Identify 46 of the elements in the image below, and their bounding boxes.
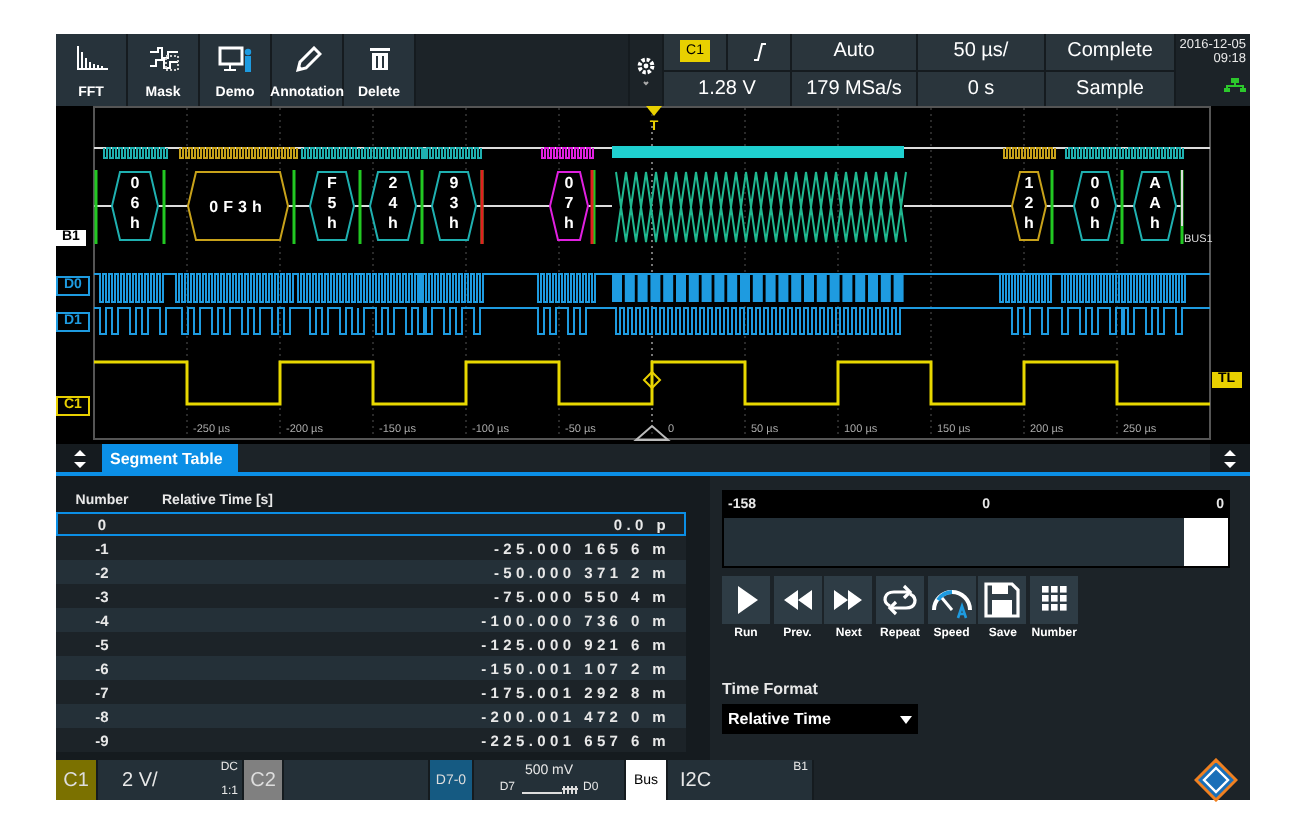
time-scale[interactable]: 50 µs/ <box>918 34 1044 69</box>
trigger-slope-button[interactable] <box>728 34 790 69</box>
trigger-mode[interactable]: Auto <box>792 34 916 69</box>
settings-icon[interactable] <box>636 54 656 86</box>
vertical-scale: 2 V/ <box>122 769 158 791</box>
up-down-icon <box>1222 447 1238 469</box>
field-label: Time Format <box>722 680 820 698</box>
protocol-label: I2C <box>680 769 712 791</box>
trash-icon <box>369 46 389 70</box>
sample-rate[interactable]: 179 MSa/s <box>792 71 916 106</box>
gauge-icon <box>927 576 976 624</box>
rising-edge-icon <box>751 41 767 62</box>
trigger-level[interactable]: 1.28 V <box>664 71 790 106</box>
bit-lines-icon <box>521 784 577 794</box>
grid-icon <box>1030 576 1079 624</box>
histogram-bar <box>1184 518 1228 566</box>
frame-value: 06h <box>130 174 140 232</box>
up-down-button[interactable] <box>1210 444 1250 472</box>
spectrum-icon <box>75 46 107 70</box>
up-down-icon <box>71 447 87 469</box>
frame-value: F5h <box>327 174 337 232</box>
frame-value: 00h <box>1090 174 1100 232</box>
presenter-icon <box>217 46 253 72</box>
acquisition-status[interactable]: Complete <box>1046 34 1174 69</box>
trigger-point-icon <box>642 370 662 390</box>
caret-icon <box>900 715 912 723</box>
horizontal-position[interactable]: 0 s <box>918 71 1044 106</box>
network-icon <box>1224 78 1246 92</box>
pencil-icon <box>293 46 321 74</box>
logo-icon <box>1193 758 1237 802</box>
frame-value: 93h <box>449 174 459 232</box>
rewind-icon <box>773 576 822 624</box>
frame-value: 07h <box>564 174 574 232</box>
mask-icon <box>147 46 179 72</box>
repeat-icon <box>876 576 925 624</box>
channel-tag[interactable]: C1 <box>56 760 96 800</box>
up-down-button[interactable] <box>56 444 102 472</box>
frame-value: 0F3h <box>209 198 267 216</box>
fast-forward-icon <box>824 576 873 624</box>
play-icon <box>722 576 770 624</box>
frame-value: 24h <box>388 174 398 232</box>
frame-value: AAh <box>1149 174 1161 232</box>
acquisition-mode[interactable]: Sample <box>1046 71 1174 106</box>
frame-value: 12h <box>1024 174 1034 232</box>
dropdown[interactable]: Relative Time <box>722 704 918 734</box>
trigger-position-icon <box>633 424 671 441</box>
